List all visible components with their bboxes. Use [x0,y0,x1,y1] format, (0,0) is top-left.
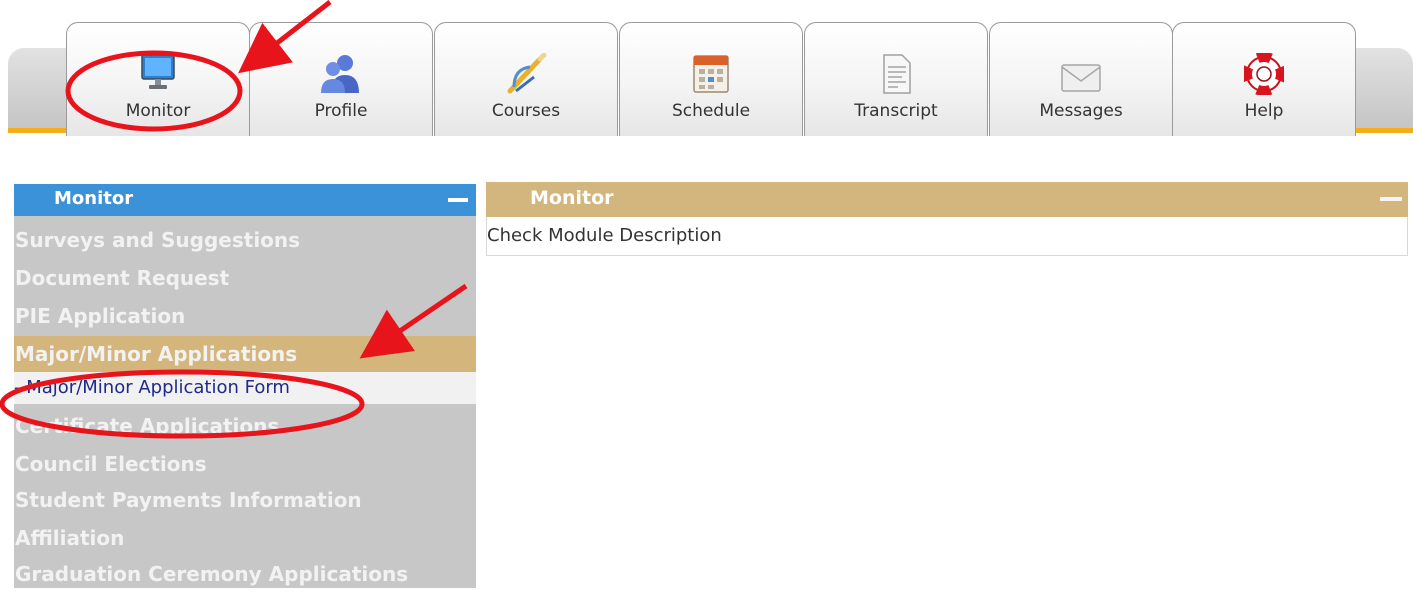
users-icon [321,55,359,93]
tab-schedule[interactable]: Schedule [619,22,803,136]
tab-label: Transcript [854,101,938,121]
menu-item-certificate-applications[interactable]: Certificate Applications [14,408,476,444]
tab-monitor[interactable]: Monitor [66,22,250,136]
sidebar-title: Monitor [54,188,134,209]
tab-label: Monitor [125,101,191,121]
tab-courses[interactable]: Courses [434,22,618,136]
tab-help[interactable]: Help [1172,22,1356,136]
tab-bar-right-cap [1355,48,1413,130]
tab-label: Schedule [671,101,751,121]
main-panel-header: Monitor [486,182,1408,217]
tab-label: Profile [314,101,368,121]
monitor-icon [141,54,175,89]
calendar-icon [693,55,729,93]
tab-profile[interactable]: Profile [249,22,433,136]
menu-item-major-minor-applications[interactable]: Major/Minor Applications [14,336,476,372]
tab-label: Messages [1039,101,1123,121]
minus-icon [448,198,468,202]
minus-icon [1380,197,1402,201]
lifebuoy-icon [1244,53,1284,95]
main-panel-collapse-button[interactable] [1376,188,1404,210]
sidebar-header: Monitor [14,184,476,216]
menu-item-council-elections[interactable]: Council Elections [14,446,476,482]
menu-item-affiliation[interactable]: Affiliation [14,520,476,556]
compass-pencil-icon [507,53,547,94]
main-panel-body: Check Module Description [486,217,1408,256]
menu-item-surveys-and-suggestions[interactable]: Surveys and Suggestions [14,222,476,258]
envelope-icon [1061,64,1101,92]
tab-messages[interactable]: Messages [989,22,1173,136]
menu-item-document-request[interactable]: Document Request [14,260,476,296]
main-tab-bar: Monitor Profile Courses Schedule Transcr… [0,0,1413,140]
document-icon [883,54,911,94]
menu-item-pie-application[interactable]: PIE Application [14,298,476,334]
tab-bar-left-cap [8,48,66,130]
main-panel: Monitor Check Module Description [486,182,1408,258]
module-description: Check Module Description [487,225,722,246]
submenu-item-major-minor-application-form[interactable]: - Major/Minor Application Form [14,372,476,404]
main-panel-title: Monitor [530,187,614,209]
sidebar-collapse-button[interactable] [446,190,470,210]
menu-item-student-payments-information[interactable]: Student Payments Information [14,482,476,518]
accent-line-left [8,128,68,133]
accent-line-right [1355,128,1413,133]
menu-item-graduation-ceremony-applications[interactable]: Graduation Ceremony Applications [14,556,476,592]
sidebar-monitor-menu: Monitor Surveys and Suggestions Document… [14,184,476,588]
tab-label: Help [1244,101,1284,121]
tab-transcript[interactable]: Transcript [804,22,988,136]
tab-label: Courses [491,101,561,121]
